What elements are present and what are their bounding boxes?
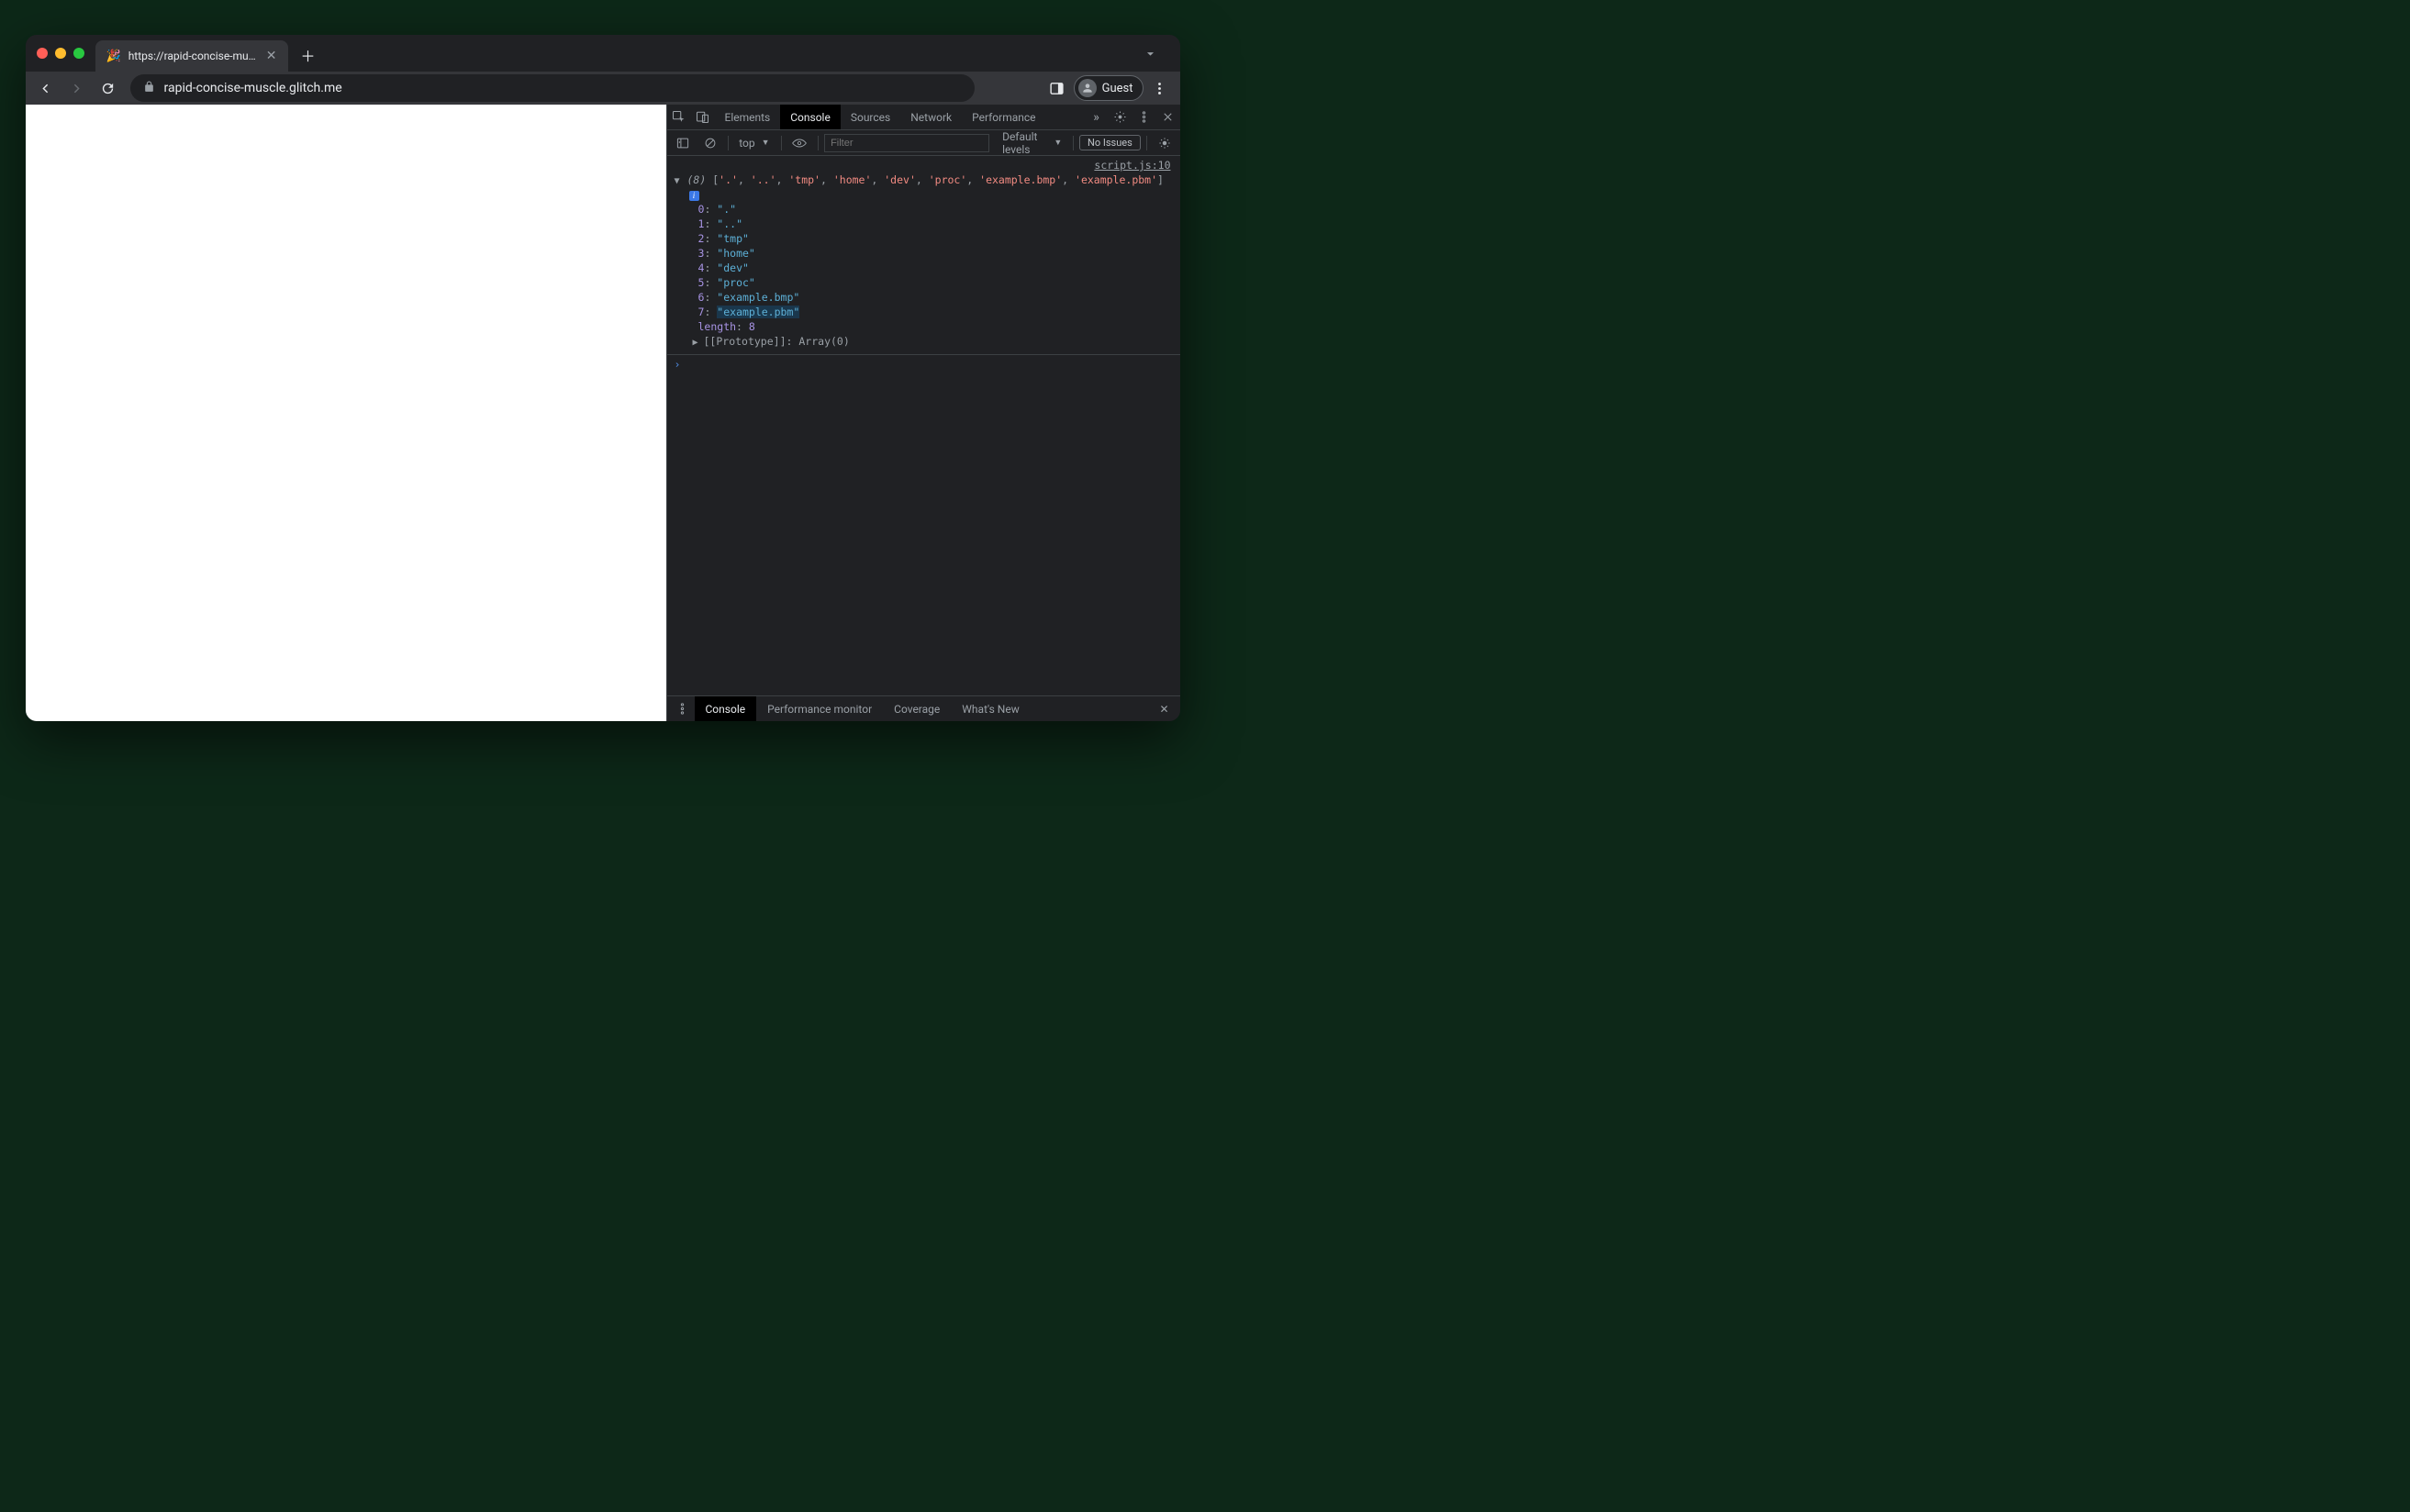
tab-favicon: 🎉	[106, 50, 121, 63]
close-window-button[interactable]	[37, 48, 48, 59]
console-sidebar-toggle[interactable]	[671, 133, 695, 153]
device-toolbar-button[interactable]	[691, 105, 715, 129]
tab-close-icon[interactable]: ✕	[266, 49, 277, 63]
side-panel-button[interactable]	[1044, 75, 1070, 101]
drawer-tab-console[interactable]: Console	[695, 696, 757, 721]
source-link[interactable]: script.js:10	[667, 158, 1180, 172]
console-output[interactable]: script.js:10 ▼ (8) ['.', '..', 'tmp', 'h…	[667, 156, 1180, 695]
devtools-close-button[interactable]	[1156, 110, 1180, 124]
reload-button[interactable]	[95, 75, 121, 101]
window-controls	[37, 48, 84, 59]
drawer-tab-perfmon[interactable]: Performance monitor	[756, 696, 883, 721]
info-icon[interactable]: i	[689, 191, 699, 201]
array-item-row[interactable]: 5: "proc"	[667, 275, 1180, 290]
title-bar: 🎉 https://rapid-concise-muscle.g ✕ ＋	[26, 35, 1180, 72]
content-area: Elements Console Sources Network Perform…	[26, 105, 1180, 721]
tab-overview-button[interactable]	[1138, 40, 1164, 66]
inspect-element-button[interactable]	[667, 105, 691, 129]
issues-button[interactable]: No Issues	[1079, 135, 1141, 150]
log-levels-selector[interactable]: Default levels▼	[997, 133, 1067, 153]
array-item-row[interactable]: 3: "home"	[667, 246, 1180, 261]
array-item-row[interactable]: 0: "."	[667, 202, 1180, 217]
browser-tab[interactable]: 🎉 https://rapid-concise-muscle.g ✕	[95, 40, 288, 72]
console-prompt[interactable]: ›	[667, 354, 1180, 373]
devtools-menu-button[interactable]	[1132, 110, 1156, 124]
clear-console-button[interactable]	[698, 133, 722, 153]
devtools-drawer: Console Performance monitor Coverage Wha…	[667, 695, 1180, 721]
array-item-row[interactable]: 2: "tmp"	[667, 231, 1180, 246]
address-bar: rapid-concise-muscle.glitch.me Guest	[26, 72, 1180, 105]
array-item-row[interactable]: 1: ".."	[667, 217, 1180, 231]
array-item-row[interactable]: 6: "example.bmp"	[667, 290, 1180, 305]
profile-label: Guest	[1102, 82, 1133, 95]
omnibox[interactable]: rapid-concise-muscle.glitch.me	[130, 74, 975, 102]
devtools-tab-sources[interactable]: Sources	[841, 105, 900, 129]
array-item-row[interactable]: 4: "dev"	[667, 261, 1180, 275]
profile-button[interactable]: Guest	[1074, 75, 1144, 101]
more-tabs-button[interactable]: »	[1085, 110, 1109, 125]
forward-button[interactable]	[64, 75, 90, 101]
devtools-settings-button[interactable]	[1109, 110, 1132, 124]
drawer-tab-whatsnew[interactable]: What's New	[951, 696, 1030, 721]
drawer-close-button[interactable]: ✕	[1152, 703, 1176, 716]
url-text: rapid-concise-muscle.glitch.me	[164, 81, 342, 95]
chrome-menu-button[interactable]	[1147, 75, 1173, 101]
maximize-window-button[interactable]	[73, 48, 84, 59]
expand-toggle[interactable]: ▼	[675, 174, 680, 189]
console-settings-button[interactable]	[1153, 133, 1177, 153]
new-tab-button[interactable]: ＋	[296, 42, 321, 68]
lock-icon	[143, 81, 155, 96]
page-viewport[interactable]	[26, 105, 666, 721]
devtools-tab-elements[interactable]: Elements	[715, 105, 781, 129]
console-toolbar: top▼ Default levels▼ No Issues	[667, 130, 1180, 156]
drawer-tab-coverage[interactable]: Coverage	[883, 696, 951, 721]
live-expression-button[interactable]	[787, 133, 812, 153]
context-selector[interactable]: top▼	[733, 133, 775, 153]
avatar-icon	[1078, 79, 1097, 97]
devtools-tab-network[interactable]: Network	[900, 105, 962, 129]
tab-title: https://rapid-concise-muscle.g	[128, 50, 259, 62]
devtools-tabbar: Elements Console Sources Network Perform…	[667, 105, 1180, 130]
devtools-panel: Elements Console Sources Network Perform…	[666, 105, 1180, 721]
console-filter-input[interactable]	[824, 134, 989, 152]
prototype-row[interactable]: ▶[[Prototype]]: Array(0)	[667, 334, 1180, 350]
back-button[interactable]	[33, 75, 59, 101]
console-log-row[interactable]: ▼ (8) ['.', '..', 'tmp', 'home', 'dev', …	[667, 172, 1180, 202]
drawer-menu-button[interactable]	[671, 702, 695, 716]
devtools-tab-console[interactable]: Console	[780, 105, 841, 129]
array-length-row: length: 8	[667, 319, 1180, 334]
minimize-window-button[interactable]	[55, 48, 66, 59]
array-item-row[interactable]: 7: "example.pbm"	[667, 305, 1180, 319]
devtools-tab-performance[interactable]: Performance	[962, 105, 1045, 129]
browser-window: 🎉 https://rapid-concise-muscle.g ✕ ＋ rap…	[26, 35, 1180, 721]
array-summary: (8) ['.', '..', 'tmp', 'home', 'dev', 'p…	[687, 173, 1164, 186]
